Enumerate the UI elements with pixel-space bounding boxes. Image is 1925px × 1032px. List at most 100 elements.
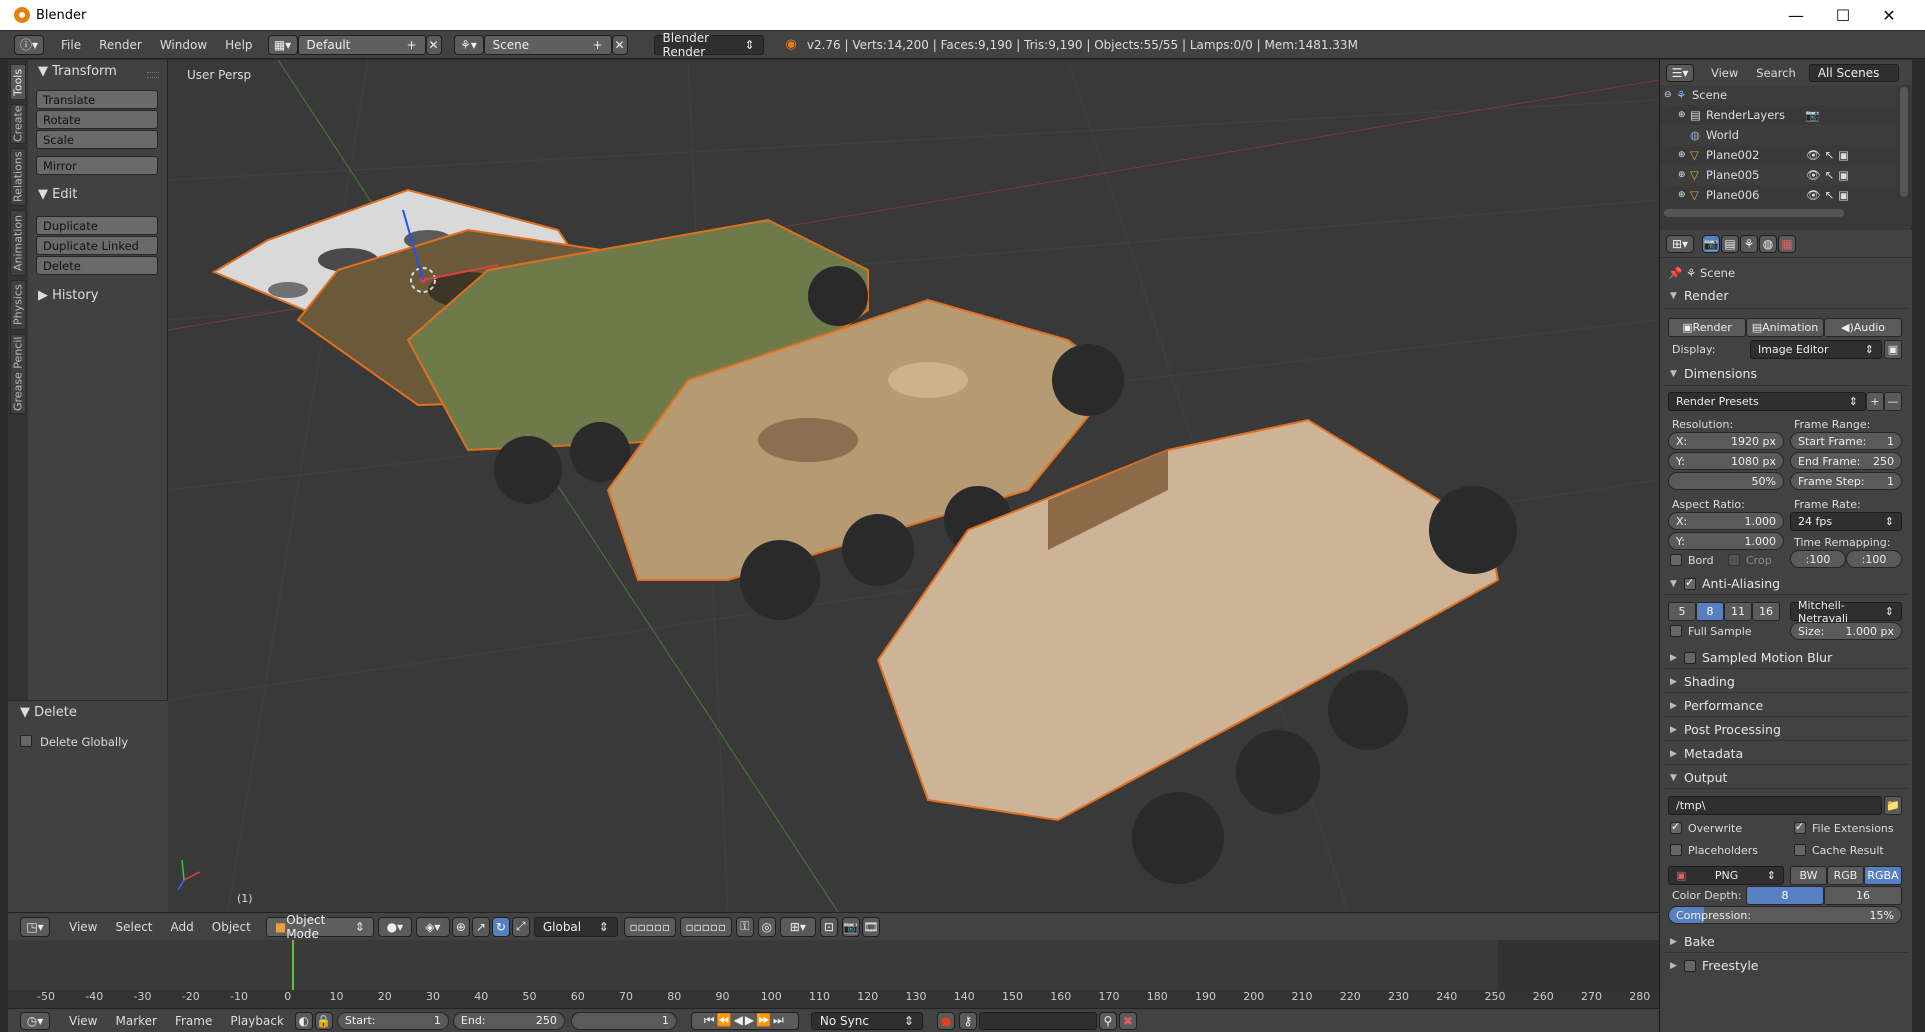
- delete-button[interactable]: Delete: [36, 256, 158, 275]
- screen-layout-icon[interactable]: ▦▾: [267, 34, 298, 55]
- menu-render[interactable]: Render: [90, 38, 151, 52]
- channel-rgb[interactable]: RGB: [1827, 866, 1864, 885]
- file-extensions-checkbox[interactable]: [1794, 820, 1806, 834]
- aa-sample-11[interactable]: 11: [1724, 602, 1752, 621]
- record-icon[interactable]: ●: [936, 1011, 955, 1030]
- render-layer-camera-icon[interactable]: 📷: [1805, 108, 1819, 122]
- scale-manipulator-icon[interactable]: ⤢: [511, 916, 530, 937]
- menu-file[interactable]: File: [52, 38, 90, 52]
- edit-panel-header[interactable]: ▼ Edit: [38, 187, 77, 202]
- channel-rgba[interactable]: RGBA: [1864, 866, 1902, 885]
- color-depth-8[interactable]: 8: [1746, 886, 1824, 905]
- resolution-percent-slider[interactable]: 50%: [1668, 472, 1784, 490]
- proportional-edit-icon[interactable]: ◎: [757, 916, 776, 937]
- eye-icon[interactable]: 👁: [1806, 148, 1821, 162]
- output-path-field[interactable]: /tmp\: [1668, 796, 1882, 815]
- crop-checkbox[interactable]: [1728, 554, 1740, 566]
- render-panel-header[interactable]: ▼ Render: [1670, 288, 1729, 303]
- viewport-shading-icon[interactable]: ●▾: [377, 916, 412, 937]
- scale-button[interactable]: Scale: [36, 130, 158, 149]
- resolution-x-field[interactable]: X: 1920 px: [1668, 432, 1784, 450]
- menu-select[interactable]: Select: [106, 920, 161, 934]
- editor-type-properties-icon[interactable]: ⊞▾: [1666, 234, 1694, 253]
- aa-sample-5[interactable]: 5: [1668, 602, 1696, 621]
- close-button[interactable]: ✕: [1866, 0, 1912, 30]
- delete-globally-checkbox[interactable]: [20, 735, 32, 747]
- folder-browse-icon[interactable]: 📁: [1884, 796, 1902, 815]
- time-remap-new-field[interactable]: :100: [1846, 550, 1902, 568]
- layer-buttons-1[interactable]: ▫▫▫▫▫: [623, 916, 676, 937]
- tab-animation[interactable]: Animation: [10, 210, 26, 276]
- menu-view[interactable]: View: [60, 920, 106, 934]
- panel-grip-icon[interactable]: [147, 72, 159, 78]
- menu-view-timeline[interactable]: View: [60, 1014, 106, 1028]
- outliner-menu-view[interactable]: View: [1702, 66, 1747, 80]
- tab-relations[interactable]: Relations: [10, 148, 26, 206]
- tab-physics[interactable]: Physics: [10, 280, 26, 330]
- maximize-button[interactable]: ☐: [1820, 0, 1866, 30]
- insert-key-icon[interactable]: ⚲: [1098, 1011, 1117, 1030]
- outliner-row-plane002[interactable]: ⊕ ▽ Plane002 👁 ↖ ▣: [1660, 145, 1896, 165]
- outliner-row-plane006[interactable]: ⊕ ▽ Plane006 👁 ↖ ▣: [1660, 185, 1896, 205]
- layer-lock-icon[interactable]: ⚿: [735, 916, 754, 937]
- audio-button[interactable]: ◀) Audio: [1824, 318, 1902, 337]
- channel-bw[interactable]: BW: [1790, 866, 1827, 885]
- keying-set-field[interactable]: [978, 1011, 1097, 1030]
- keying-set-icon[interactable]: ⚷: [958, 1011, 977, 1030]
- camera-icon[interactable]: ▣: [1838, 168, 1849, 182]
- cursor-icon[interactable]: ↖: [1825, 188, 1835, 202]
- tab-tools[interactable]: Tools: [10, 64, 26, 100]
- render-view-toggle-icon[interactable]: ▣: [1884, 340, 1902, 359]
- world-tab-icon[interactable]: ◍: [1759, 234, 1777, 253]
- menu-add[interactable]: Add: [162, 920, 203, 934]
- outliner-row-plane005[interactable]: ⊕ ▽ Plane005 👁 ↖ ▣: [1660, 165, 1896, 185]
- timeline-ruler[interactable]: -50 -40 -30 -20 -10 0 10 20 30 40 50 60 70 80 90 100 110…: [8, 990, 1659, 1008]
- remove-layout-icon[interactable]: ✕: [425, 34, 442, 55]
- aspect-y-field[interactable]: Y: 1.000: [1668, 532, 1784, 550]
- outliner-row-scene[interactable]: ⊖ ⚘ Scene: [1660, 85, 1896, 105]
- compression-slider[interactable]: Compression: 15%: [1668, 906, 1902, 924]
- color-depth-16[interactable]: 16: [1824, 886, 1902, 905]
- render-tab-icon[interactable]: 📷: [1702, 234, 1720, 253]
- menu-playback[interactable]: Playback: [221, 1014, 293, 1028]
- menu-object[interactable]: Object: [203, 920, 260, 934]
- eye-icon[interactable]: 👁: [1806, 188, 1821, 202]
- texture-tab-icon[interactable]: ▦: [1778, 234, 1796, 253]
- current-frame-field[interactable]: 1: [570, 1011, 677, 1030]
- add-scene-icon[interactable]: +: [590, 35, 606, 55]
- mirror-button[interactable]: Mirror: [36, 156, 158, 175]
- outliner[interactable]: ☰▾ View Search All Scenes ⊖ ⚘ Scene ⊕ ▤ Rend…: [1660, 60, 1912, 225]
- motion-blur-checkbox[interactable]: [1684, 651, 1696, 664]
- rotate-manipulator-icon[interactable]: ↻: [491, 916, 510, 937]
- end-frame-prop-field[interactable]: End Frame: 250: [1790, 452, 1902, 470]
- preview-range-icon[interactable]: ◐: [294, 1011, 313, 1030]
- resolution-y-field[interactable]: Y: 1080 px: [1668, 452, 1784, 470]
- lock-time-icon[interactable]: 🔒: [314, 1011, 333, 1030]
- metadata-panel-header[interactable]: ▶ Metadata: [1670, 746, 1743, 761]
- scene-icon[interactable]: ⚘▾: [453, 34, 484, 55]
- duplicate-button[interactable]: Duplicate: [36, 216, 158, 235]
- snap-element-icon[interactable]: ⊞▾: [779, 916, 816, 937]
- current-frame-indicator[interactable]: [292, 940, 294, 996]
- camera-icon[interactable]: ▣: [1838, 188, 1849, 202]
- shading-panel-header[interactable]: ▶ Shading: [1670, 674, 1735, 689]
- camera-icon[interactable]: ▣: [1838, 148, 1849, 162]
- start-frame-prop-field[interactable]: Start Frame: 1: [1790, 432, 1902, 450]
- editor-type-info-icon[interactable]: ⓘ▾: [14, 34, 44, 55]
- menu-window[interactable]: Window: [151, 38, 216, 52]
- menu-frame[interactable]: Frame: [166, 1014, 221, 1028]
- antialiasing-panel-header[interactable]: ▼ Anti-Aliasing: [1670, 576, 1780, 592]
- tab-grease-pencil[interactable]: Grease Pencil: [10, 334, 26, 414]
- aa-sample-16[interactable]: 16: [1752, 602, 1780, 621]
- aa-filter-dropdown[interactable]: Mitchell-Netravali ⇕: [1790, 599, 1902, 625]
- snap-target-icon[interactable]: ⊡: [819, 916, 838, 937]
- mode-dropdown[interactable]: ■ Object Mode ⇕: [265, 913, 374, 941]
- outliner-scrollbar[interactable]: [1900, 87, 1908, 197]
- add-layout-icon[interactable]: +: [404, 35, 420, 55]
- frame-rate-dropdown[interactable]: 24 fps ⇕: [1790, 512, 1902, 531]
- antialiasing-checkbox[interactable]: [1684, 576, 1696, 590]
- tab-create[interactable]: Create: [10, 104, 26, 144]
- eye-icon[interactable]: 👁: [1806, 168, 1821, 182]
- outliner-hscrollbar[interactable]: [1664, 209, 1844, 217]
- history-panel-header[interactable]: ▶ History: [38, 288, 98, 303]
